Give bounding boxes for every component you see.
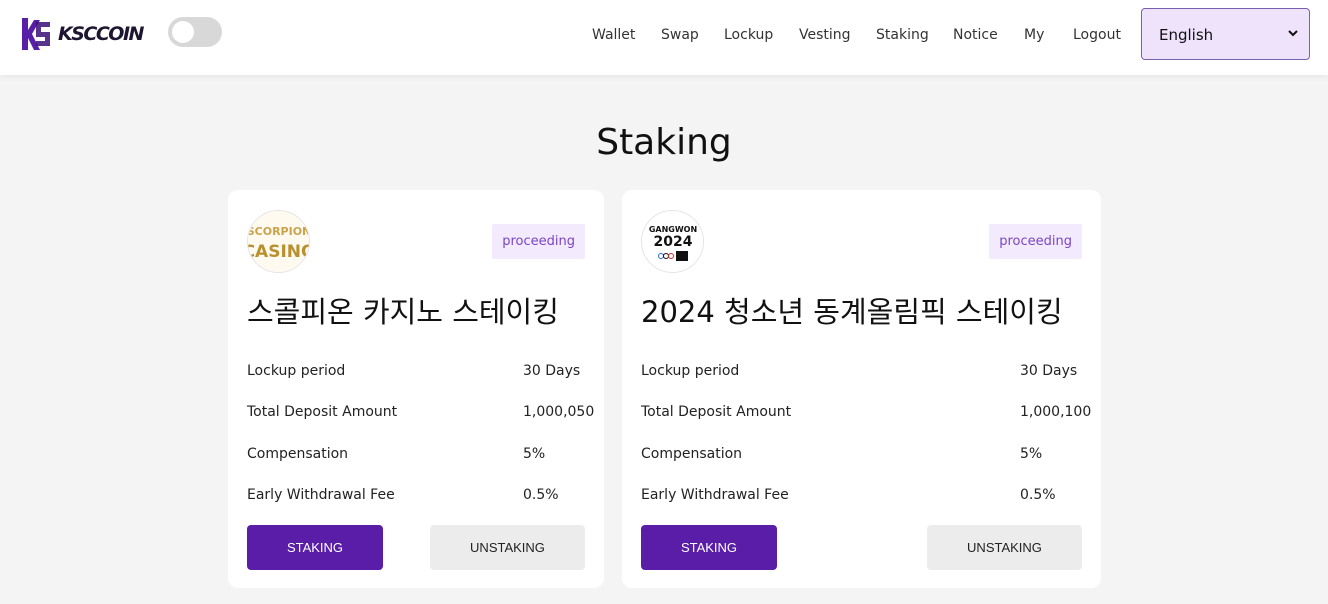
early-withdrawal-fee-label: Early Withdrawal Fee — [641, 487, 789, 503]
total-deposit-value: 1,000,050 — [523, 404, 595, 420]
staking-button[interactable]: STAKING — [641, 525, 777, 570]
logo-text-line1: GANGWON — [649, 225, 697, 234]
language-selected-value: English — [1159, 26, 1214, 44]
nav-swap[interactable]: Swap — [661, 25, 699, 45]
compensation-label: Compensation — [247, 446, 349, 462]
nav-staking[interactable]: Staking — [876, 25, 929, 45]
logo-text-line1: SCORPION — [248, 225, 310, 238]
gangwon-2024-logo: GANGWON 2024 — [641, 210, 704, 273]
page-title: Staking — [596, 122, 732, 163]
top-navbar: KSCCOIN Wallet Swap Lockup Vesting Staki… — [0, 0, 1328, 75]
nav-wallet[interactable]: Wallet — [592, 25, 635, 45]
language-select[interactable]: English — [1141, 8, 1310, 60]
total-deposit-value: 1,000,100 — [1020, 404, 1092, 420]
card-title: 2024 청소년 동계올림픽 스테이킹 — [641, 295, 1063, 329]
lockup-period-label: Lockup period — [641, 363, 740, 379]
logo-text-line2: 2024 — [654, 234, 693, 250]
nav-my[interactable]: My — [1024, 25, 1044, 45]
compensation-value: 5% — [523, 446, 546, 462]
nav-lockup[interactable]: Lockup — [724, 25, 773, 45]
chevron-down-icon — [1288, 30, 1298, 37]
unstaking-button[interactable]: UNSTAKING — [927, 525, 1082, 570]
total-deposit-label: Total Deposit Amount — [247, 404, 398, 420]
lockup-period-value: 30 Days — [1020, 363, 1078, 379]
nav-notice[interactable]: Notice — [953, 25, 998, 45]
logo-text-line2: CASINO — [248, 242, 310, 262]
staking-card: SCORPION CASINO proceeding 스콜피온 카지노 스테이킹… — [228, 190, 604, 588]
card-title: 스콜피온 카지노 스테이킹 — [247, 295, 559, 329]
gangwon-2024-logo-icon: GANGWON 2024 — [642, 211, 703, 272]
early-withdrawal-fee-value: 0.5% — [1020, 487, 1056, 503]
early-withdrawal-fee-value: 0.5% — [523, 487, 559, 503]
compensation-value: 5% — [1020, 446, 1043, 462]
total-deposit-label: Total Deposit Amount — [641, 404, 792, 420]
nav-vesting[interactable]: Vesting — [799, 25, 851, 45]
status-badge: proceeding — [492, 224, 585, 259]
scorpion-casino-logo: SCORPION CASINO — [247, 210, 310, 273]
nav-logout[interactable]: Logout — [1073, 25, 1121, 45]
staking-button[interactable]: STAKING — [247, 525, 383, 570]
scorpion-casino-logo-icon: SCORPION CASINO — [248, 211, 310, 272]
unstaking-button[interactable]: UNSTAKING — [430, 525, 585, 570]
lockup-period-label: Lockup period — [247, 363, 346, 379]
status-badge: proceeding — [989, 224, 1082, 259]
main-nav: Wallet Swap Lockup Vesting Staking Notic… — [0, 0, 1328, 70]
staking-card: GANGWON 2024 proceeding 2024 청소년 동계올림픽 스… — [622, 190, 1101, 588]
compensation-label: Compensation — [641, 446, 743, 462]
lockup-period-value: 30 Days — [523, 363, 581, 379]
early-withdrawal-fee-label: Early Withdrawal Fee — [247, 487, 395, 503]
